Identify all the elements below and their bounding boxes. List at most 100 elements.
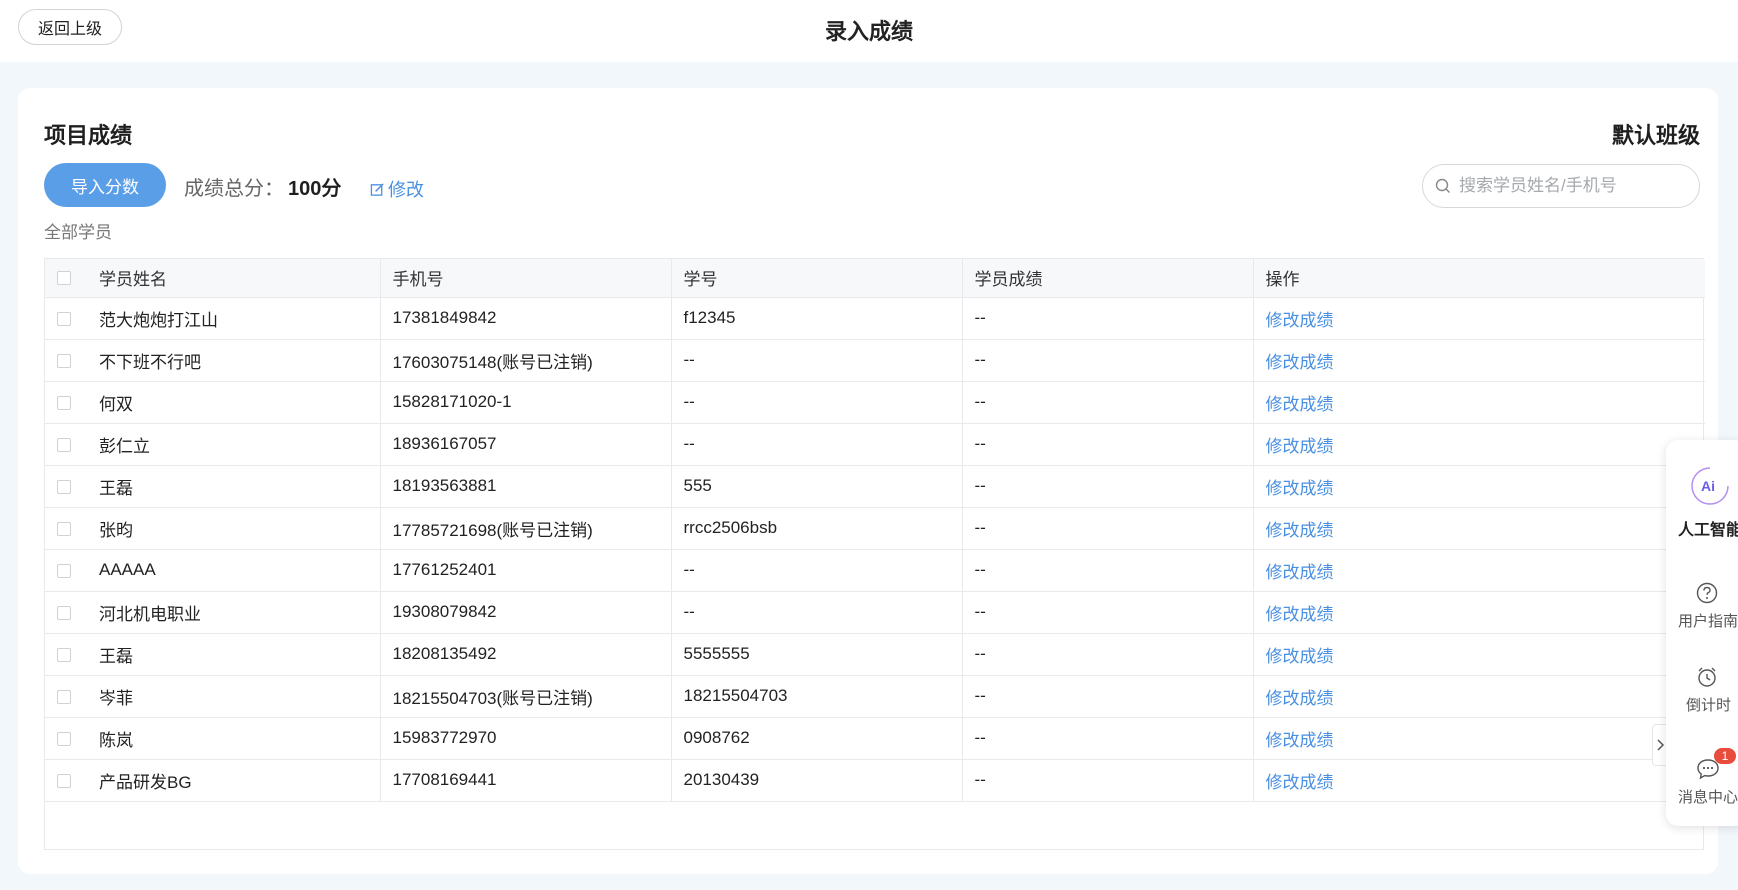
score-cell: -- [962,549,1254,592]
phone-cell: 18936167057 [380,423,672,466]
alarm-clock-icon [1698,667,1716,687]
import-scores-button[interactable]: 导入分数 [44,163,166,207]
select-all-cell [45,259,87,298]
student-name-cell: 张昀 [87,507,381,550]
help-icon [1696,582,1718,604]
student-id-cell: 20130439 [671,759,963,802]
total-score: 成绩总分： 100分 [184,172,341,201]
student-name-cell: AAAAA [87,549,381,592]
score-cell: -- [962,339,1254,382]
row-checkbox[interactable] [57,605,71,620]
action-cell: 修改成绩 [1253,339,1705,382]
edit-score-link[interactable]: 修改成绩 [1266,605,1334,624]
countdown-label: 倒计时 [1686,697,1732,714]
edit-total-link[interactable]: 修改 [370,176,424,202]
row-select-cell [45,297,87,340]
column-header: 学员成绩 [962,259,1254,298]
edit-score-link[interactable]: 修改成绩 [1266,773,1334,792]
student-id-cell: -- [671,591,963,634]
ai-assistant-item[interactable]: Ai 人工智能 [1666,466,1738,540]
row-select-cell [45,381,87,424]
ai-icon: Ai [1691,467,1729,505]
search-box [1422,164,1700,208]
phone-cell: 18215504703(账号已注销) [380,675,672,718]
edit-icon [370,182,384,196]
edit-score-link[interactable]: 修改成绩 [1266,563,1334,582]
score-cell: -- [962,423,1254,466]
edit-score-link[interactable]: 修改成绩 [1266,521,1334,540]
column-header: 学号 [671,259,963,298]
column-header: 手机号 [380,259,672,298]
edit-score-link[interactable]: 修改成绩 [1266,647,1334,666]
section-title: 项目成绩 [44,123,133,148]
row-checkbox[interactable] [57,437,71,452]
student-name-cell: 彭仁立 [87,423,381,466]
class-name: 默认班级 [1611,123,1700,148]
edit-score-link[interactable]: 修改成绩 [1266,311,1334,330]
action-cell: 修改成绩 [1253,381,1705,424]
table-row: 不下班不行吧 17603075148(账号已注销) -- -- 修改成绩 [45,339,1705,382]
phone-cell: 17761252401 [380,549,672,592]
table-row: AAAAA 17761252401 -- -- 修改成绩 [45,549,1705,592]
table-header-row: 学员姓名 手机号 学号 学员成绩 操作 [45,259,1705,298]
phone-cell: 19308079842 [380,591,672,634]
student-name-cell: 陈岚 [87,717,381,760]
ai-assistant-label: 人工智能 [1678,522,1738,539]
row-select-cell [45,591,87,634]
row-select-cell [45,423,87,466]
student-id-cell: 0908762 [671,717,963,760]
message-center-item[interactable]: 1 消息中心 [1666,748,1738,807]
student-id-cell: f12345 [671,297,963,340]
student-id-cell: -- [671,381,963,424]
table-row: 张昀 17785721698(账号已注销) rrcc2506bsb -- 修改成绩 [45,507,1705,550]
action-cell: 修改成绩 [1253,633,1705,676]
all-students-label: 全部学员 [44,223,112,242]
row-select-cell [45,675,87,718]
row-checkbox[interactable] [57,647,71,662]
phone-cell: 17603075148(账号已注销) [380,339,672,382]
scores-card: 项目成绩 默认班级 导入分数 成绩总分： 100分 修改 全部学员 学员姓 [18,88,1718,874]
table-row: 河北机电职业 19308079842 -- -- 修改成绩 [45,591,1705,634]
edit-score-link[interactable]: 修改成绩 [1266,689,1334,708]
page-title: 录入成绩 [824,19,913,44]
row-checkbox[interactable] [57,731,71,746]
edit-score-link[interactable]: 修改成绩 [1266,395,1334,414]
row-checkbox[interactable] [57,311,71,326]
select-all-checkbox[interactable] [57,271,71,286]
action-cell: 修改成绩 [1253,423,1705,466]
column-header: 学员姓名 [87,259,381,298]
message-center-label: 消息中心 [1678,789,1738,806]
row-checkbox[interactable] [57,353,71,368]
edit-score-link[interactable]: 修改成绩 [1266,731,1334,750]
row-checkbox[interactable] [57,773,71,788]
action-cell: 修改成绩 [1253,717,1705,760]
row-checkbox[interactable] [57,479,71,494]
student-name-cell: 不下班不行吧 [87,339,381,382]
user-guide-item[interactable]: 用户指南 [1666,582,1738,631]
phone-cell: 17381849842 [380,297,672,340]
table-row: 王磊 18193563881 555 -- 修改成绩 [45,465,1705,508]
row-checkbox[interactable] [57,395,71,410]
edit-score-link[interactable]: 修改成绩 [1266,437,1334,456]
phone-cell: 15828171020-1 [380,381,672,424]
phone-cell: 18208135492 [380,633,672,676]
student-id-cell: -- [671,423,963,466]
student-id-cell: 555 [671,465,963,508]
row-checkbox[interactable] [57,521,71,536]
student-name-cell: 河北机电职业 [87,591,381,634]
score-cell: -- [962,633,1254,676]
search-input[interactable] [1459,176,1689,196]
row-select-cell [45,507,87,550]
total-score-label: 成绩总分： [184,178,284,200]
edit-score-link[interactable]: 修改成绩 [1266,353,1334,372]
countdown-item[interactable]: 倒计时 [1666,666,1738,715]
student-name-cell: 王磊 [87,465,381,508]
score-cell: -- [962,507,1254,550]
student-name-cell: 何双 [87,381,381,424]
edit-total-label: 修改 [388,180,424,200]
row-checkbox[interactable] [57,689,71,704]
phone-cell: 17708169441 [380,759,672,802]
student-id-cell: rrcc2506bsb [671,507,963,550]
row-checkbox[interactable] [57,563,71,578]
edit-score-link[interactable]: 修改成绩 [1266,479,1334,498]
